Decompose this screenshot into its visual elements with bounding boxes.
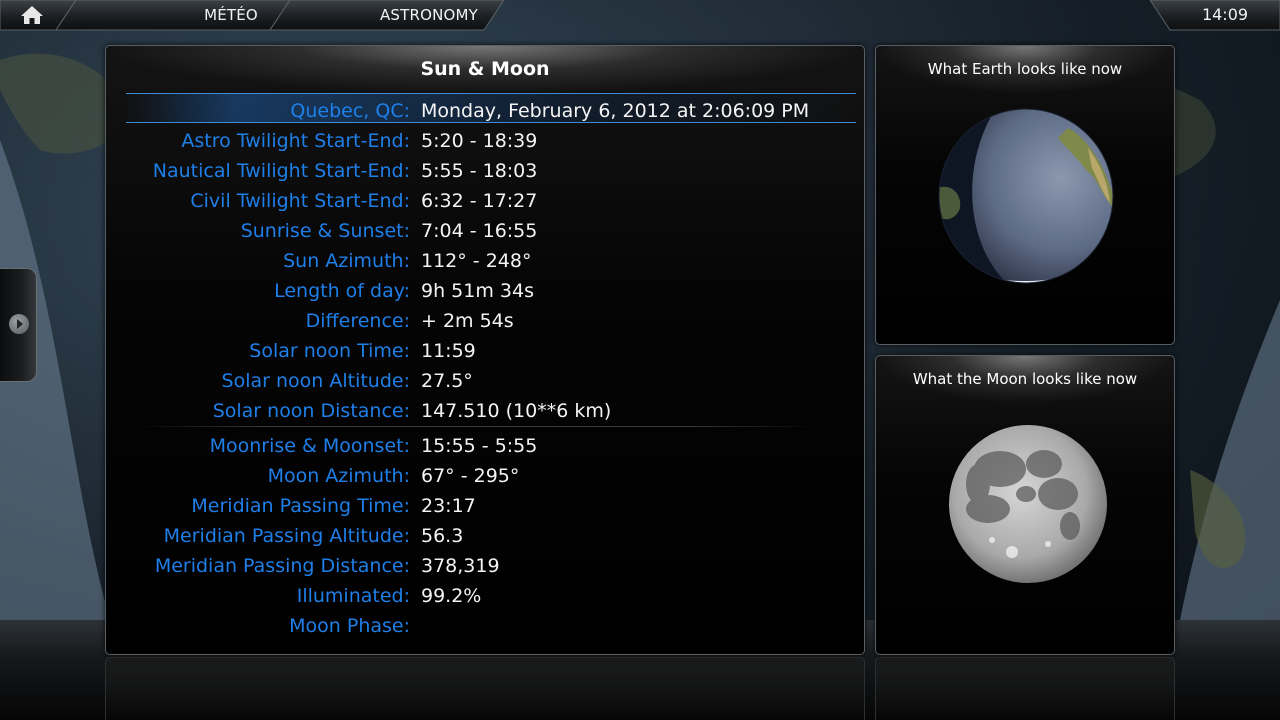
row-label: Solar noon Time: xyxy=(249,340,410,362)
row-label: Moon Azimuth: xyxy=(267,465,410,487)
row-value: 378,319 xyxy=(421,555,500,577)
location-datetime: Monday, February 6, 2012 at 2:06:09 PM xyxy=(421,100,810,122)
side-menu-tab[interactable] xyxy=(0,268,37,382)
side-panel-reflection xyxy=(875,657,1175,720)
list-item: Sunrise & Sunset: 7:04 - 16:55 xyxy=(106,216,864,246)
list-item: Astro Twilight Start-End: 5:20 - 18:39 xyxy=(106,126,864,156)
earth-panel-title: What Earth looks like now xyxy=(927,60,1123,78)
row-value: 67° - 295° xyxy=(421,465,520,487)
row-value: 15:55 - 5:55 xyxy=(421,435,538,457)
row-value: 6:32 - 17:27 xyxy=(421,190,538,212)
row-label: Civil Twilight Start-End: xyxy=(190,190,410,212)
list-item: Civil Twilight Start-End: 6:32 - 17:27 xyxy=(106,186,864,216)
top-bar: MÉTÉO ASTRONOMY 14:09 xyxy=(0,0,1280,32)
location-row: Quebec, QC: Monday, February 6, 2012 at … xyxy=(106,96,864,126)
row-value: 9h 51m 34s xyxy=(421,280,534,302)
list-item: Length of day: 9h 51m 34s xyxy=(106,276,864,306)
row-value: 5:20 - 18:39 xyxy=(421,130,538,152)
row-value: 27.5° xyxy=(421,370,473,392)
row-value: 99.2% xyxy=(421,585,482,607)
row-label: Astro Twilight Start-End: xyxy=(181,130,410,152)
list-item: Moon Azimuth: 67° - 295° xyxy=(106,461,864,491)
row-label: Difference: xyxy=(305,310,410,332)
row-value: 23:17 xyxy=(421,495,476,517)
row-label: Sun Azimuth: xyxy=(283,250,410,272)
list-item: Difference: + 2m 54s xyxy=(106,306,864,336)
row-value: 11:59 xyxy=(421,340,476,362)
list-item: Illuminated: 99.2% xyxy=(106,581,864,611)
row-value: + 2m 54s xyxy=(421,310,514,332)
list-item: Solar noon Time: 11:59 xyxy=(106,336,864,366)
breadcrumb-meteo[interactable]: MÉTÉO xyxy=(170,0,292,30)
list-item: Sun Azimuth: 112° - 248° xyxy=(106,246,864,276)
list-item: Solar noon Distance: 147.510 (10**6 km) xyxy=(106,396,864,426)
clock: 14:09 xyxy=(1201,5,1249,24)
list-item: Solar noon Altitude: 27.5° xyxy=(106,366,864,396)
row-value: 112° - 248° xyxy=(421,250,532,272)
home-icon xyxy=(21,6,43,24)
list-item: Meridian Passing Distance: 378,319 xyxy=(106,551,864,581)
list-item: Nautical Twilight Start-End: 5:55 - 18:0… xyxy=(106,156,864,186)
row-value: 5:55 - 18:03 xyxy=(421,160,538,182)
row-label: Meridian Passing Distance: xyxy=(154,555,410,577)
row-label: Meridian Passing Altitude: xyxy=(163,525,410,547)
row-value: 7:04 - 16:55 xyxy=(421,220,538,242)
row-label: Solar noon Distance: xyxy=(212,400,410,422)
row-value: 147.510 (10**6 km) xyxy=(421,400,612,422)
row-label: Meridian Passing Time: xyxy=(191,495,410,517)
sun-moon-panel: Sun & Moon Quebec, QC: Monday, February … xyxy=(105,45,865,655)
list-item: Moon Phase: xyxy=(106,611,864,641)
astronomy-screen: MÉTÉO ASTRONOMY 14:09 Sun & Moon Quebec,… xyxy=(0,0,1280,720)
panel-title: Sun & Moon xyxy=(420,58,550,80)
list-item: Meridian Passing Altitude: 56.3 xyxy=(106,521,864,551)
row-label: Moon Phase: xyxy=(289,615,410,637)
main-panel-reflection xyxy=(105,657,865,720)
row-label: Length of day: xyxy=(274,280,410,302)
moon-panel-title: What the Moon looks like now xyxy=(912,370,1138,388)
row-label: Sunrise & Sunset: xyxy=(240,220,410,242)
row-label: Solar noon Altitude: xyxy=(221,370,410,392)
row-label: Illuminated: xyxy=(296,585,410,607)
home-button[interactable] xyxy=(0,0,64,31)
chevron-right-icon xyxy=(9,314,29,334)
earth-view-panel: What Earth looks like now xyxy=(875,45,1175,345)
moon-image xyxy=(949,425,1107,583)
location-label: Quebec, QC: xyxy=(290,100,410,122)
row-label: Moonrise & Moonset: xyxy=(209,435,410,457)
breadcrumb-astronomy[interactable]: ASTRONOMY xyxy=(336,0,522,30)
row-value: 56.3 xyxy=(421,525,464,547)
earth-globe-image xyxy=(938,108,1114,284)
row-label: Nautical Twilight Start-End: xyxy=(152,160,410,182)
section-divider xyxy=(136,426,816,427)
list-item: Moonrise & Moonset: 15:55 - 5:55 xyxy=(106,431,864,461)
moon-view-panel: What the Moon looks like now xyxy=(875,355,1175,655)
list-item: Meridian Passing Time: 23:17 xyxy=(106,491,864,521)
